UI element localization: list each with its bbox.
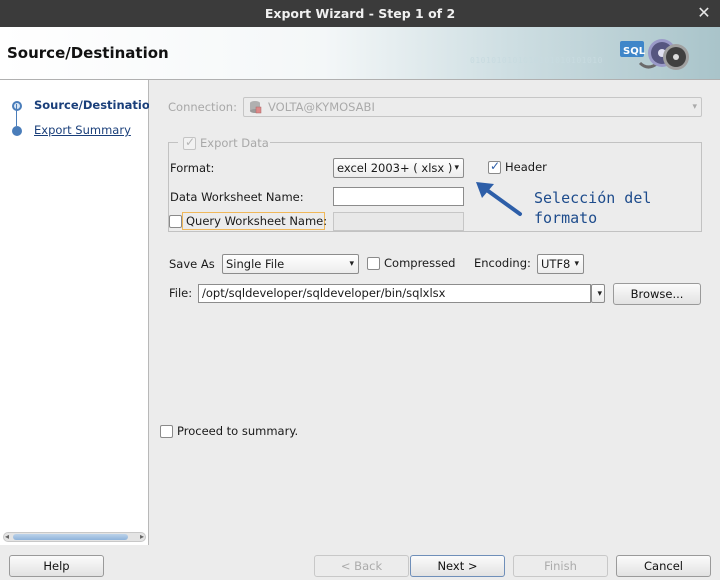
save-as-value: Single File [226,257,285,271]
connection-select[interactable]: VOLTA@KYMOSABI ▾ [243,97,702,117]
chevron-down-icon: ▾ [574,259,579,269]
step-connector [16,104,17,126]
annotation-arrow-icon [476,182,522,216]
connection-value: VOLTA@KYMOSABI [268,100,375,114]
chevron-down-icon: ▾ [349,259,354,269]
current-step-icon [12,101,22,111]
connection-label: Connection: [168,100,237,114]
encoding-value: UTF8 [541,257,571,271]
wizard-banner: Source/Destination 010101010101010101010… [0,27,720,80]
annotation-line-2: formato [534,209,598,227]
back-button[interactable]: < Back [314,555,409,577]
scrollbar-thumb[interactable] [13,534,128,540]
cancel-button[interactable]: Cancel [616,555,711,577]
compressed-checkbox[interactable] [367,257,380,270]
svg-text:SQL: SQL [623,46,646,57]
annotation-line-1: Selección del [534,189,652,207]
nav-item-export-summary[interactable]: Export Summary [0,122,149,140]
data-worksheet-label: Data Worksheet Name: [170,190,304,204]
next-button[interactable]: Next > [410,555,505,577]
encoding-select[interactable]: UTF8 ▾ [537,254,584,274]
file-history-dropdown[interactable]: ▾ [591,284,605,303]
encoding-label: Encoding: [474,256,531,270]
file-label: File: [169,286,193,300]
query-worksheet-label: Query Worksheet Name: [186,214,328,228]
data-worksheet-input[interactable] [333,187,464,206]
nav-horizontal-scrollbar[interactable]: ◂ ▸ [3,532,146,542]
export-data-checkbox[interactable] [183,135,196,150]
export-data-label: Export Data [200,136,269,150]
query-worksheet-input[interactable] [333,212,464,231]
annotation-text: Selección del formato [534,188,651,228]
format-label: Format: [170,161,215,175]
sql-developer-logo-icon: SQL [620,39,689,70]
scroll-left-icon[interactable]: ◂ [5,532,9,541]
compressed-label: Compressed [384,256,456,270]
proceed-to-summary-label: Proceed to summary. [177,424,299,438]
save-as-select[interactable]: Single File ▾ [222,254,359,274]
nav-item-source-destination[interactable]: Source/Destination [0,97,149,115]
banner-binary-decoration: 0101010101010101010101010 [470,56,603,65]
file-path-input[interactable]: /opt/sqldeveloper/sqldeveloper/bin/sqlxl… [198,284,591,303]
title-bar: Export Wizard - Step 1 of 2 ✕ [0,0,720,27]
header-label: Header [505,160,547,174]
help-button[interactable]: Help [9,555,104,577]
browse-button[interactable]: Browse... [613,283,701,305]
window-title: Export Wizard - Step 1 of 2 [264,6,456,21]
nav-item-label: Export Summary [34,123,131,137]
header-checkbox[interactable] [488,159,501,174]
wizard-steps-nav: Source/Destination Export Summary [0,80,149,545]
step-icon [12,126,22,136]
chevron-down-icon: ▾ [692,102,697,112]
close-icon[interactable]: ✕ [694,3,714,23]
finish-button[interactable]: Finish [513,555,608,577]
format-value: excel 2003+ ( xlsx ) [337,161,453,175]
nav-item-label: Source/Destination [34,98,149,112]
chevron-down-icon: ▾ [597,289,602,299]
scroll-right-icon[interactable]: ▸ [140,532,144,541]
page-title: Source/Destination [7,44,169,62]
proceed-to-summary-checkbox[interactable] [160,425,173,438]
database-connection-icon [250,101,262,114]
save-as-label: Save As [169,257,215,271]
query-worksheet-checkbox[interactable] [169,215,182,228]
format-select[interactable]: excel 2003+ ( xlsx ) ▾ [333,158,464,178]
chevron-down-icon: ▾ [454,163,459,173]
